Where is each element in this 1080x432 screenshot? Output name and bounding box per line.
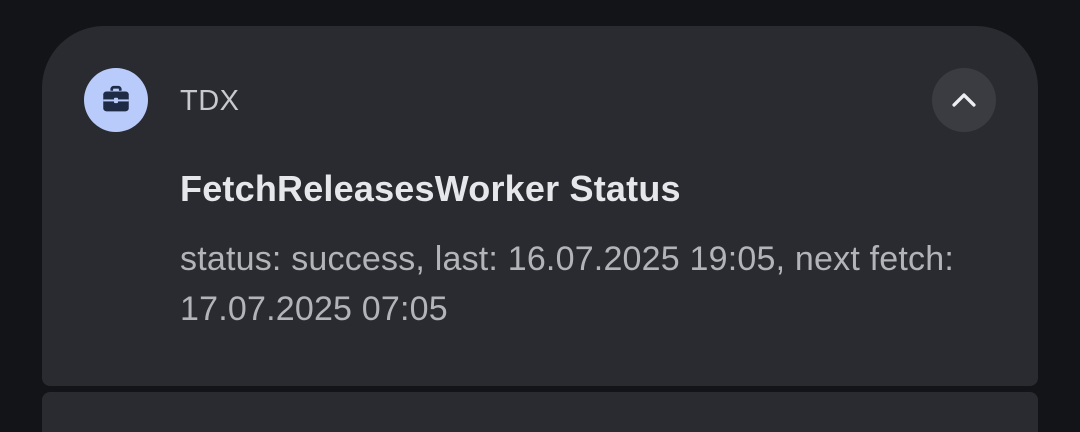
app-name: TDX — [180, 85, 240, 117]
collapse-button[interactable] — [932, 68, 996, 132]
notification-card[interactable]: TDX FetchReleasesWorker Status status: s… — [42, 26, 1038, 386]
briefcase-icon — [84, 68, 148, 132]
notification-title: FetchReleasesWorker Status — [180, 168, 681, 209]
next-notification-card[interactable] — [42, 392, 1038, 432]
notification-body: status: success, last: 16.07.2025 19:05,… — [180, 240, 954, 328]
chevron-up-icon — [952, 93, 976, 107]
